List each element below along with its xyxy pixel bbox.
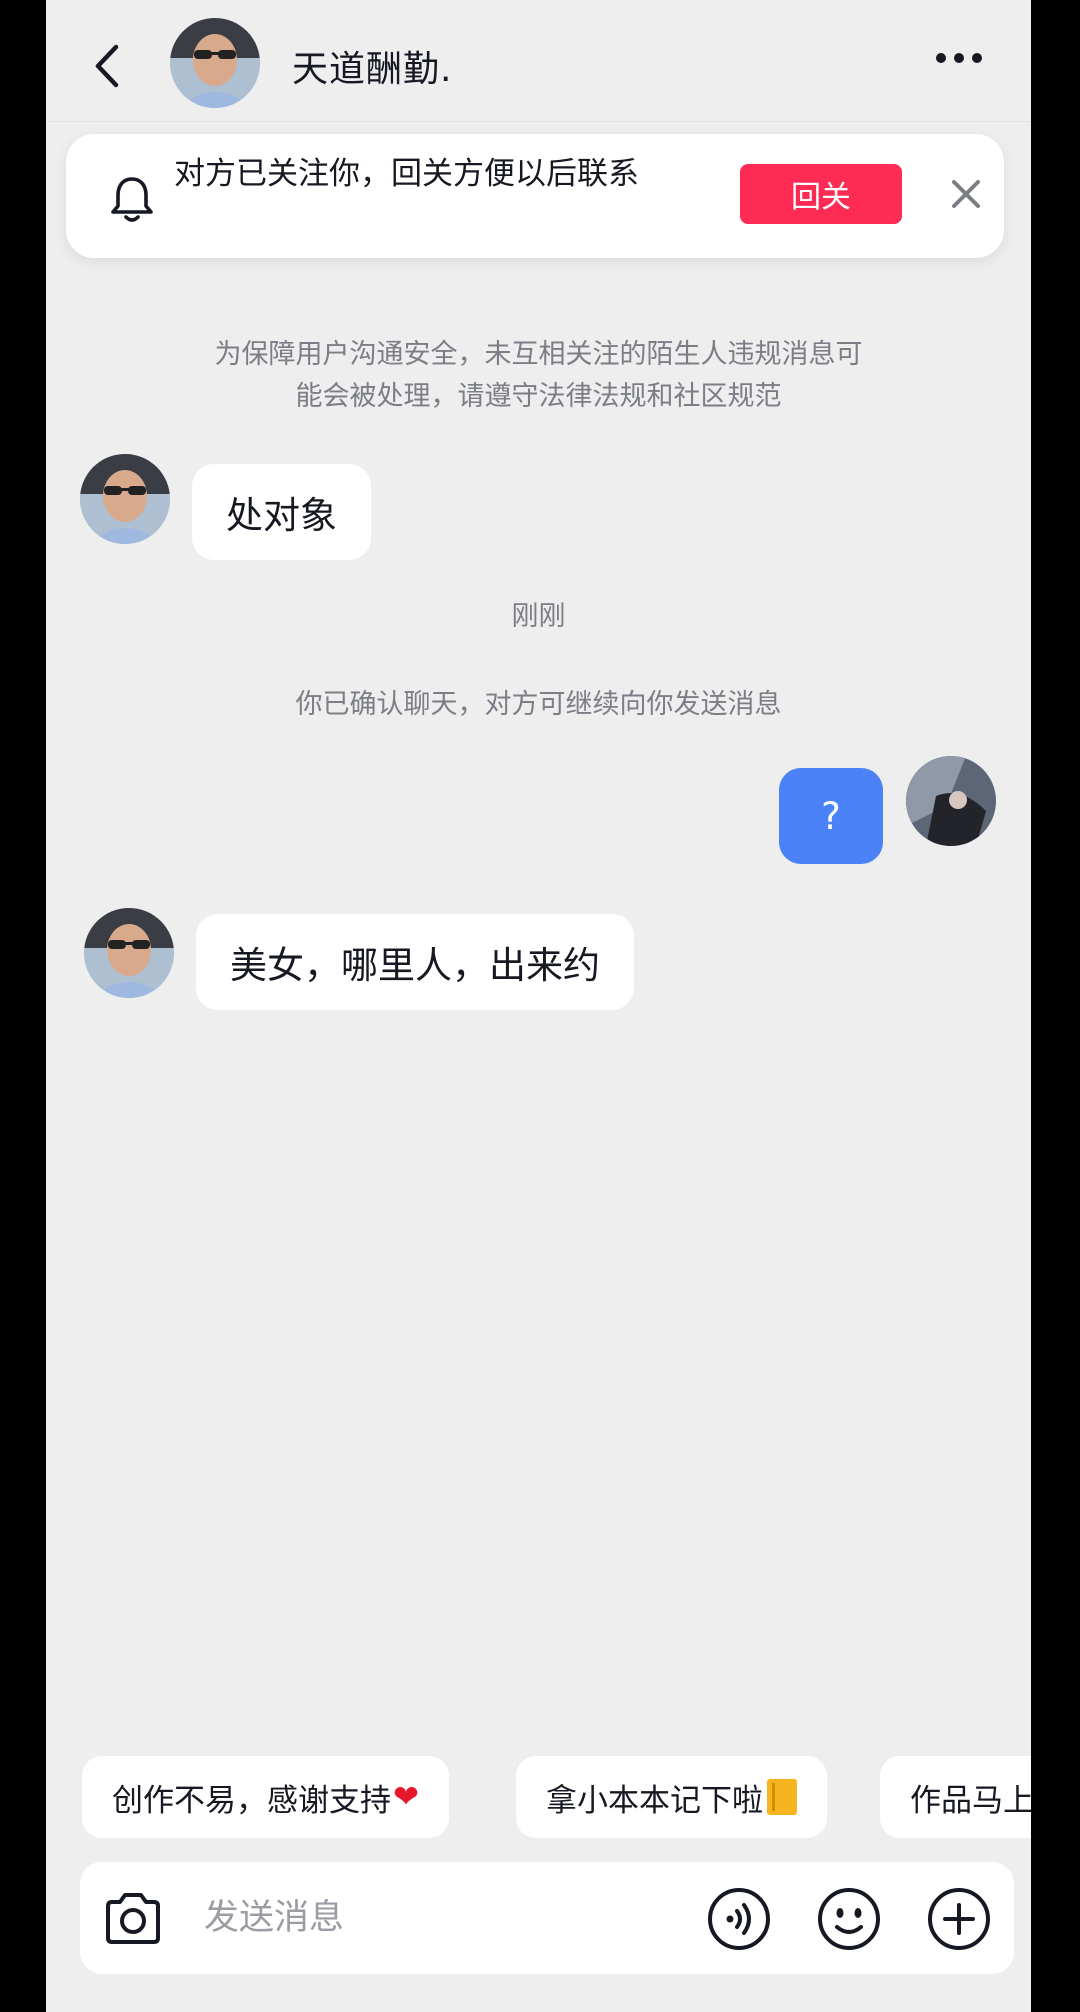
voice-icon[interactable]: [706, 1886, 772, 1952]
more-options-button[interactable]: [929, 38, 989, 78]
emoji-icon[interactable]: [816, 1886, 882, 1952]
chat-confirmed-notice: 你已确认聊天，对方可继续向你发送消息: [295, 689, 782, 720]
quick-reply-chip[interactable]: 创作不易，感谢支持 ❤: [82, 1756, 449, 1838]
safety-notice: 为保障用户沟通安全，未互相关注的陌生人违规消息可 能会被处理，请遵守法律法规和社…: [214, 339, 863, 412]
contact-name[interactable]: 天道酬勤.: [292, 40, 452, 92]
message-timestamp: 刚刚: [511, 601, 566, 632]
chat-header: 天道酬勤.: [46, 0, 1031, 122]
follow-back-banner: 对方已关注你，回关方便以后联系 回关: [66, 134, 1004, 258]
message-input[interactable]: [204, 1884, 644, 1952]
bell-icon: [111, 177, 153, 222]
plus-icon[interactable]: [926, 1886, 992, 1952]
my-avatar[interactable]: [906, 756, 996, 846]
back-button[interactable]: [82, 38, 132, 94]
camera-icon[interactable]: [100, 1886, 166, 1952]
message-bubble[interactable]: 美女，哪里人，出来约: [196, 914, 634, 1010]
heart-emoji-icon: ❤: [393, 1779, 419, 1815]
message-bubble[interactable]: 处对象: [192, 464, 371, 560]
my-message-bubble[interactable]: ?: [779, 768, 883, 864]
contact-avatar[interactable]: [80, 454, 170, 544]
close-icon[interactable]: [946, 174, 986, 214]
banner-text: 对方已关注你，回关方便以后联系: [174, 156, 639, 192]
message-input-bar: [80, 1862, 1014, 1974]
contact-avatar[interactable]: [84, 908, 174, 998]
contact-avatar[interactable]: [170, 18, 260, 108]
chevron-left-icon: [95, 44, 119, 88]
notebook-emoji-icon: [767, 1779, 797, 1815]
more-horizontal-icon: [936, 53, 946, 63]
follow-back-button[interactable]: 回关: [740, 164, 902, 224]
quick-reply-chip[interactable]: 拿小本本记下啦: [516, 1756, 827, 1838]
quick-reply-chip[interactable]: 作品马上: [880, 1756, 1031, 1838]
chat-screen: 天道酬勤. 对方已关注你，回关方便以后联系 回关 为保障用户沟通安全，未互相关注…: [46, 0, 1031, 2012]
